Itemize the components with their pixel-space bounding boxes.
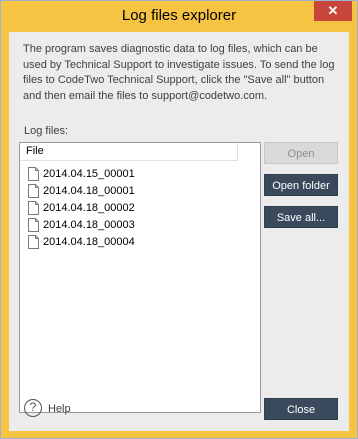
close-button[interactable]: Close (264, 398, 338, 420)
file-icon (28, 183, 39, 198)
description-text: The program saves diagnostic data to log… (23, 43, 335, 102)
list-item[interactable]: 2014.04.18_00003 (28, 216, 135, 233)
help-icon[interactable]: ? (24, 399, 42, 417)
file-icon (28, 200, 39, 215)
list-item[interactable]: 2014.04.18_00004 (28, 233, 135, 250)
help-link[interactable]: Help (48, 403, 71, 415)
file-icon (28, 217, 39, 232)
title-bar[interactable]: Log files explorer ✕ (1, 1, 357, 32)
log-files-list[interactable]: File 2014.04.15_00001 2014.04.18_00001 2… (19, 142, 261, 413)
log-files-explorer-window: Log files explorer ✕ The program saves d… (0, 0, 358, 439)
dialog-body: The program saves diagnostic data to log… (9, 32, 349, 431)
file-name: 2014.04.18_00003 (43, 218, 135, 231)
file-name: 2014.04.18_00001 (43, 184, 135, 197)
list-item[interactable]: 2014.04.15_00001 (28, 165, 135, 182)
file-icon (28, 234, 39, 249)
window-bottom-frame (1, 431, 357, 438)
list-item[interactable]: 2014.04.18_00002 (28, 199, 135, 216)
list-item[interactable]: 2014.04.18_00001 (28, 182, 135, 199)
close-icon: ✕ (327, 3, 339, 18)
window-title: Log files explorer (121, 7, 237, 24)
log-files-label: Log files: (24, 125, 69, 137)
file-name: 2014.04.15_00001 (43, 167, 135, 180)
window-close-button[interactable]: ✕ (314, 1, 352, 21)
file-icon (28, 166, 39, 181)
open-button[interactable]: Open (264, 142, 338, 164)
file-name: 2014.04.18_00004 (43, 235, 135, 248)
save-all-button[interactable]: Save all... (264, 206, 338, 228)
open-folder-button[interactable]: Open folder (264, 174, 338, 196)
file-name: 2014.04.18_00002 (43, 201, 135, 214)
column-header-file[interactable]: File (20, 143, 238, 161)
